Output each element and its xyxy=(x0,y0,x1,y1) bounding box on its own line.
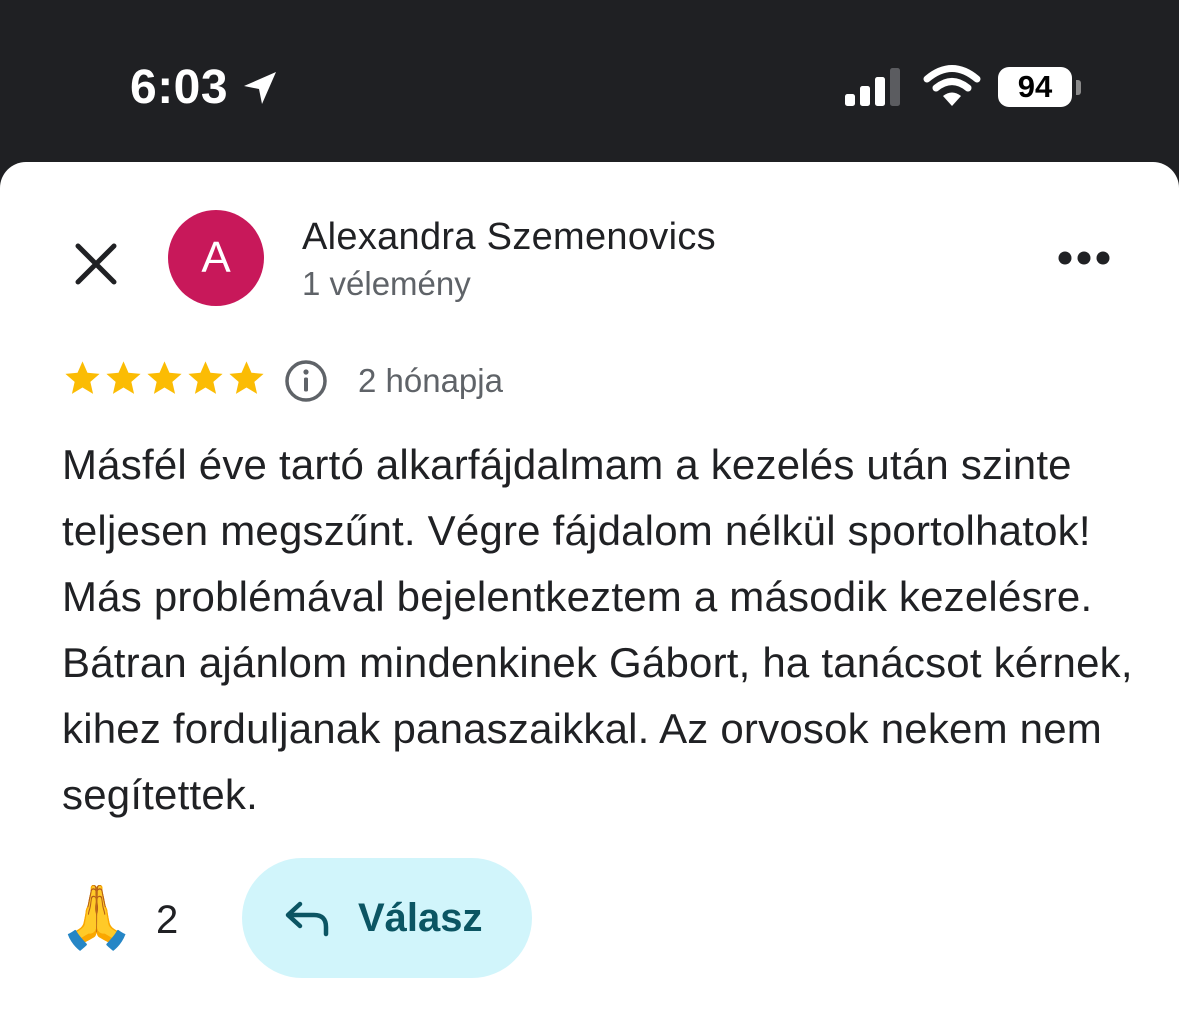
star-icon xyxy=(147,361,182,394)
author-review-count: 1 vélemény xyxy=(302,265,471,302)
review-sheet: A Alexandra Szemenovics 1 vélemény 2 hón… xyxy=(0,162,1179,1030)
status-bar: 6:03 94 xyxy=(0,0,1179,162)
cellular-signal-icon xyxy=(845,68,900,106)
reply-button-label: Válasz xyxy=(358,896,483,940)
location-arrow-icon xyxy=(244,72,277,104)
battery-level: 94 xyxy=(998,67,1072,107)
reaction-emoji[interactable]: 🙏 xyxy=(58,882,138,954)
star-icon xyxy=(106,361,141,394)
close-icon xyxy=(75,243,117,285)
avatar[interactable]: A xyxy=(168,210,264,306)
more-options-button[interactable] xyxy=(1050,236,1118,280)
wifi-icon xyxy=(923,65,981,106)
star-rating xyxy=(62,358,267,399)
info-icon[interactable] xyxy=(283,358,329,404)
reply-arrow-icon xyxy=(285,901,329,937)
more-horizontal-icon xyxy=(1058,251,1110,265)
status-time: 6:03 xyxy=(130,61,229,114)
status-time-group: 6:03 xyxy=(130,58,280,118)
battery-tip xyxy=(1076,80,1081,95)
star-icon xyxy=(229,361,264,394)
reply-button[interactable]: Válasz xyxy=(242,858,532,978)
battery-icon: 94 xyxy=(998,67,1084,109)
review-text: Másfél éve tartó alkarfájdalmam a kezelé… xyxy=(62,441,1133,818)
review-date: 2 hónapja xyxy=(358,362,503,399)
star-icon xyxy=(65,361,100,394)
reaction-count: 2 xyxy=(156,898,179,942)
star-icon xyxy=(188,361,223,394)
close-button[interactable] xyxy=(66,234,126,294)
author-name[interactable]: Alexandra Szemenovics xyxy=(302,214,716,260)
